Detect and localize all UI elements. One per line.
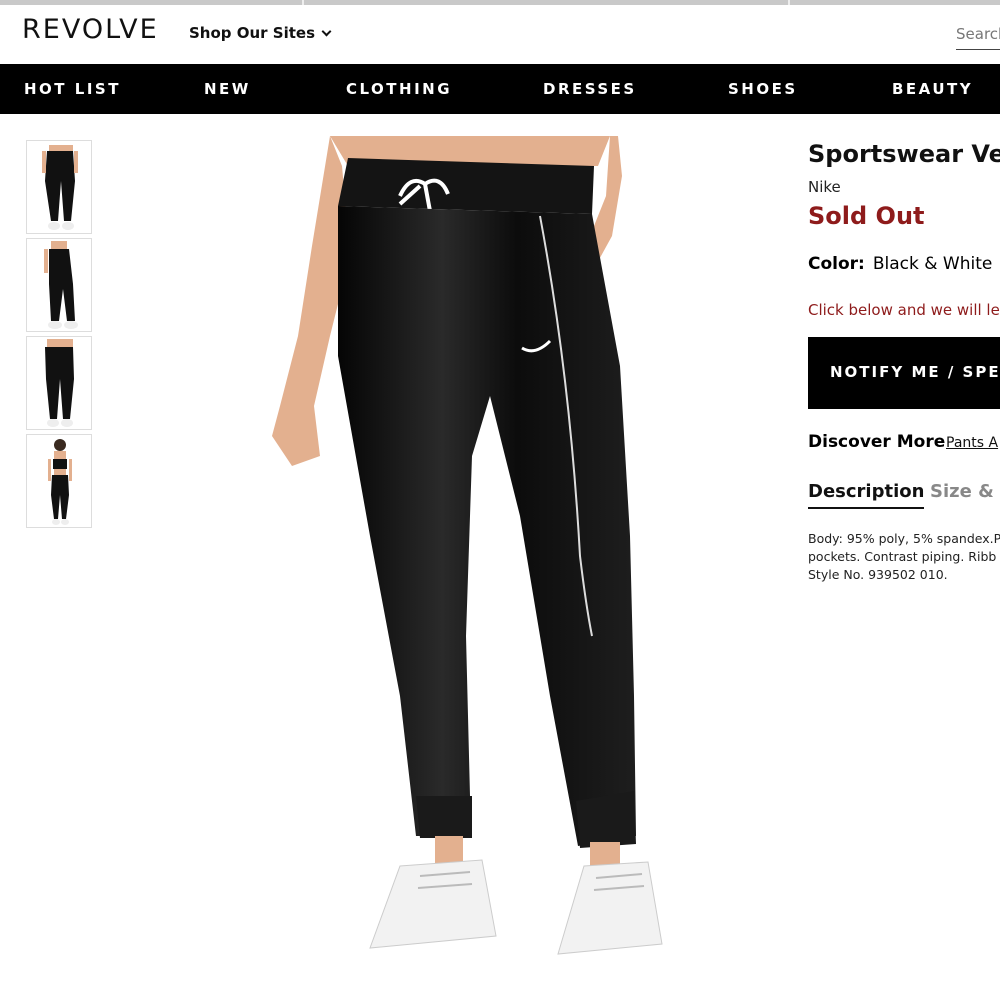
color-label: Color:: [808, 254, 865, 274]
discover-more-link[interactable]: Pants A: [946, 435, 998, 451]
notify-message: Click below and we will le: [808, 301, 1000, 319]
left-sneaker: [369, 859, 497, 949]
notify-me-button[interactable]: NOTIFY ME / SPEC: [808, 337, 1000, 409]
thumbnail-full-outfit-view[interactable]: [26, 434, 92, 528]
tab-description[interactable]: Description: [808, 481, 925, 509]
color-value: Black & White: [872, 254, 993, 274]
description-line: Style No. 939502 010.: [808, 567, 948, 582]
product-description: Body: 95% poly, 5% spandex.Po pockets. C…: [808, 530, 1000, 584]
waistband: [338, 158, 594, 214]
nav-beauty[interactable]: BEAUTY: [892, 80, 973, 98]
revolve-logo[interactable]: REVOLVE: [22, 14, 159, 45]
discover-more-label: Discover More: [808, 432, 946, 452]
pants: [338, 206, 636, 846]
product-title: Sportswear Vel: [808, 140, 1000, 168]
main-product-image[interactable]: [250, 136, 690, 1000]
thumbnail-gallery: [26, 140, 92, 532]
thumbnail-side-view[interactable]: [26, 238, 92, 332]
description-line: pockets. Contrast piping. Ribb: [808, 549, 997, 564]
nav-clothing[interactable]: CLOTHING: [346, 80, 452, 98]
main-nav: HOT LIST NEW CLOTHING DRESSES SHOES BEAU…: [0, 64, 1000, 114]
color-info: Color: Black & White: [808, 254, 992, 274]
product-brand[interactable]: Nike: [808, 178, 841, 196]
nav-new[interactable]: NEW: [204, 80, 251, 98]
shop-our-sites-label: Shop Our Sites: [189, 24, 316, 42]
nav-dresses[interactable]: DRESSES: [543, 80, 637, 98]
chevron-down-icon: [321, 26, 332, 36]
thumbnail-front-view[interactable]: [26, 140, 92, 234]
nav-hot-list[interactable]: HOT LIST: [24, 80, 121, 98]
site-header: REVOLVE Shop Our Sites Search: [0, 5, 1000, 64]
description-line: Body: 95% poly, 5% spandex.Po: [808, 531, 1000, 546]
thumbnail-back-view[interactable]: [26, 336, 92, 430]
nav-shoes[interactable]: SHOES: [728, 80, 798, 98]
search-input[interactable]: Search: [956, 23, 1000, 50]
tab-size-fit[interactable]: Size & F: [930, 481, 1000, 502]
shop-our-sites-dropdown[interactable]: Shop Our Sites: [189, 24, 332, 42]
sold-out-label: Sold Out: [808, 202, 925, 230]
